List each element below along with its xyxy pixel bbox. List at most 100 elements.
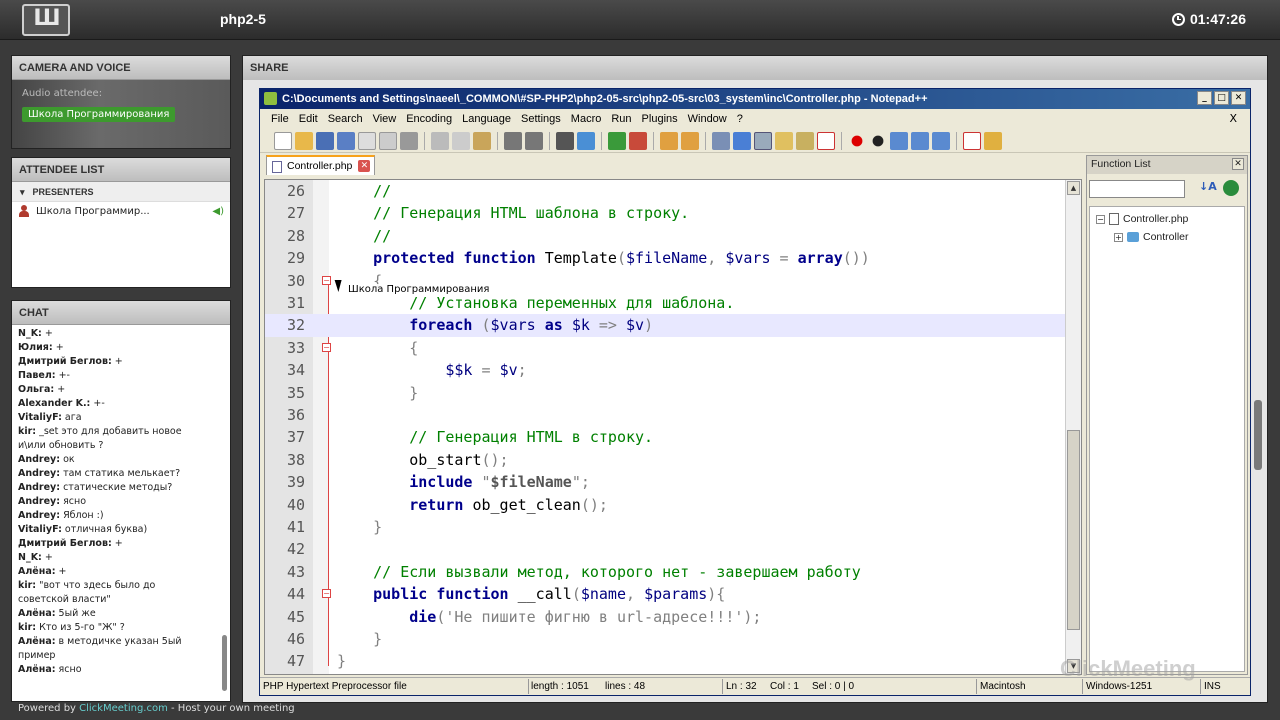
run-macro-multiple-icon[interactable] [911,131,929,150]
close-all-icon[interactable] [379,131,397,150]
indent-guide-icon[interactable] [754,131,772,150]
code-line[interactable]: 36 [265,404,1081,426]
attendee-row[interactable]: Школа Программир... ◀) [12,202,230,220]
menu-item-search[interactable]: Search [323,113,368,125]
menu-item-macro[interactable]: Macro [566,113,607,125]
menu-item-view[interactable]: View [368,113,402,125]
chat-message: kir: Кто из 5-го "Ж" ? [18,621,208,635]
maximize-button[interactable]: □ [1214,91,1229,105]
new-file-icon[interactable] [274,131,292,150]
sync-vertical-icon[interactable] [660,131,678,150]
fold-toggle-icon[interactable]: − [322,589,331,599]
play-macro-icon[interactable] [890,131,908,150]
menu-item-edit[interactable]: Edit [294,113,323,125]
code-line[interactable]: 29 protected function Template($fileName… [265,247,1081,269]
record-macro-icon[interactable] [848,131,866,150]
doc-map-icon[interactable] [775,131,793,150]
collapse-triangle-icon[interactable]: ▾ [20,187,25,197]
tree-node-class[interactable]: + Controller [1114,231,1189,243]
zoom-in-icon[interactable] [608,131,626,150]
word-wrap-icon[interactable] [712,131,730,150]
code-line[interactable]: 39 include "$fileName"; [265,471,1081,493]
share-scrollbar[interactable] [1254,400,1262,470]
undo-icon[interactable] [504,131,522,150]
editor-vertical-scrollbar[interactable]: ▲ ▼ [1065,180,1081,674]
menu-item-plugins[interactable]: Plugins [637,113,683,125]
fold-toggle-icon[interactable]: − [322,275,331,285]
menu-item-file[interactable]: File [266,113,294,125]
chat-text: там статика мелькает? [60,468,181,479]
chat-author: Andrey: [18,496,61,507]
save-all-icon[interactable] [337,131,355,150]
code-line[interactable]: 44 public function __call($name, $params… [265,583,1081,605]
code-line[interactable]: 37 // Генерация HTML в строку. [265,426,1081,448]
code-line[interactable]: 45 die('Не пишите фигню в url-адресе!!!'… [265,606,1081,628]
show-all-chars-icon[interactable] [733,131,751,150]
code-text: protected function Template($fileName, $… [373,249,870,268]
close-file-icon[interactable] [358,131,376,150]
redo-icon[interactable] [525,131,543,150]
speaker-icon[interactable]: ◀) [212,206,224,217]
code-line[interactable]: 31 // Установка переменных для шаблона. [265,292,1081,314]
code-line[interactable]: 28 // [265,225,1081,247]
menu-item-encoding[interactable]: Encoding [401,113,457,125]
zoom-out-icon[interactable] [629,131,647,150]
chat-scrollbar[interactable] [222,635,227,691]
menu-item-window[interactable]: Window [683,113,732,125]
footer-brand-link[interactable]: ClickMeeting.com [79,703,168,714]
code-editor[interactable]: 26 //27 // Генерация HTML шаблона в стро… [264,179,1082,675]
folder-workspace-icon[interactable] [817,131,835,150]
tab-controller-php[interactable]: Controller.php ✕ [266,155,376,175]
fold-toggle-icon[interactable]: − [322,342,331,352]
open-file-icon[interactable] [295,131,313,150]
presenters-group[interactable]: ▾ PRESENTERS [12,182,230,202]
paste-icon[interactable] [473,131,491,150]
sort-az-icon[interactable]: ↓A [1199,180,1217,193]
code-line[interactable]: 47} [265,650,1081,672]
function-list-close-icon[interactable]: ✕ [1232,158,1244,170]
close-button[interactable]: ✕ [1231,91,1246,105]
find-icon[interactable] [556,131,574,150]
expand-icon[interactable]: + [1114,232,1123,242]
code-line[interactable]: 41 } [265,516,1081,538]
code-line[interactable]: 34 $$k = $v; [265,359,1081,381]
code-line[interactable]: 42 [265,538,1081,560]
minimize-button[interactable]: _ [1197,91,1212,105]
copy-icon[interactable] [452,131,470,150]
print-icon[interactable] [400,131,418,150]
spell-check-icon[interactable] [963,131,981,150]
tab-close-icon[interactable]: ✕ [358,160,371,172]
code-line[interactable]: 38 ob_start(); [265,449,1081,471]
tree-node-file[interactable]: − Controller.php [1096,213,1188,225]
plugin-icon[interactable] [984,131,1002,150]
cut-icon[interactable] [431,131,449,150]
code-line[interactable]: 33 {− [265,337,1081,359]
sync-horizontal-icon[interactable] [681,131,699,150]
line-number: 45 [286,607,305,626]
code-line[interactable]: 43 // Если вызвали метод, которого нет -… [265,561,1081,583]
save-macro-icon[interactable] [932,131,950,150]
replace-icon[interactable] [577,131,595,150]
collapse-icon[interactable]: − [1096,214,1105,224]
reload-icon[interactable] [1223,180,1239,196]
menu-item-language[interactable]: Language [457,113,516,125]
menu-item-help[interactable]: ? [732,113,748,125]
function-list-icon[interactable] [796,131,814,150]
code-line[interactable]: 27 // Генерация HTML шаблона в строку. [265,202,1081,224]
code-line[interactable]: 40 return ob_get_clean(); [265,494,1081,516]
menu-item-settings[interactable]: Settings [516,113,566,125]
save-icon[interactable] [316,131,334,150]
window-title-bar[interactable]: C:\Documents and Settings\naeel\_COMMON\… [260,89,1250,109]
scroll-up-icon[interactable]: ▲ [1067,181,1080,195]
code-text: // [373,182,392,200]
code-line[interactable]: 32 foreach ($vars as $k => $v) [265,314,1081,337]
menu-item-run[interactable]: Run [606,113,636,125]
function-search-input[interactable] [1089,180,1185,198]
chat-messages[interactable]: N_K: + Юлия: + Дмитрий Беглов: + Павел: +- О… [12,325,230,701]
stop-macro-icon[interactable] [869,131,887,150]
code-line[interactable]: 46 } [265,628,1081,650]
close-document-button[interactable]: X [1224,112,1242,125]
code-line[interactable]: 26 // [265,180,1081,202]
scroll-thumb[interactable] [1067,430,1080,630]
code-line[interactable]: 35 } [265,382,1081,404]
